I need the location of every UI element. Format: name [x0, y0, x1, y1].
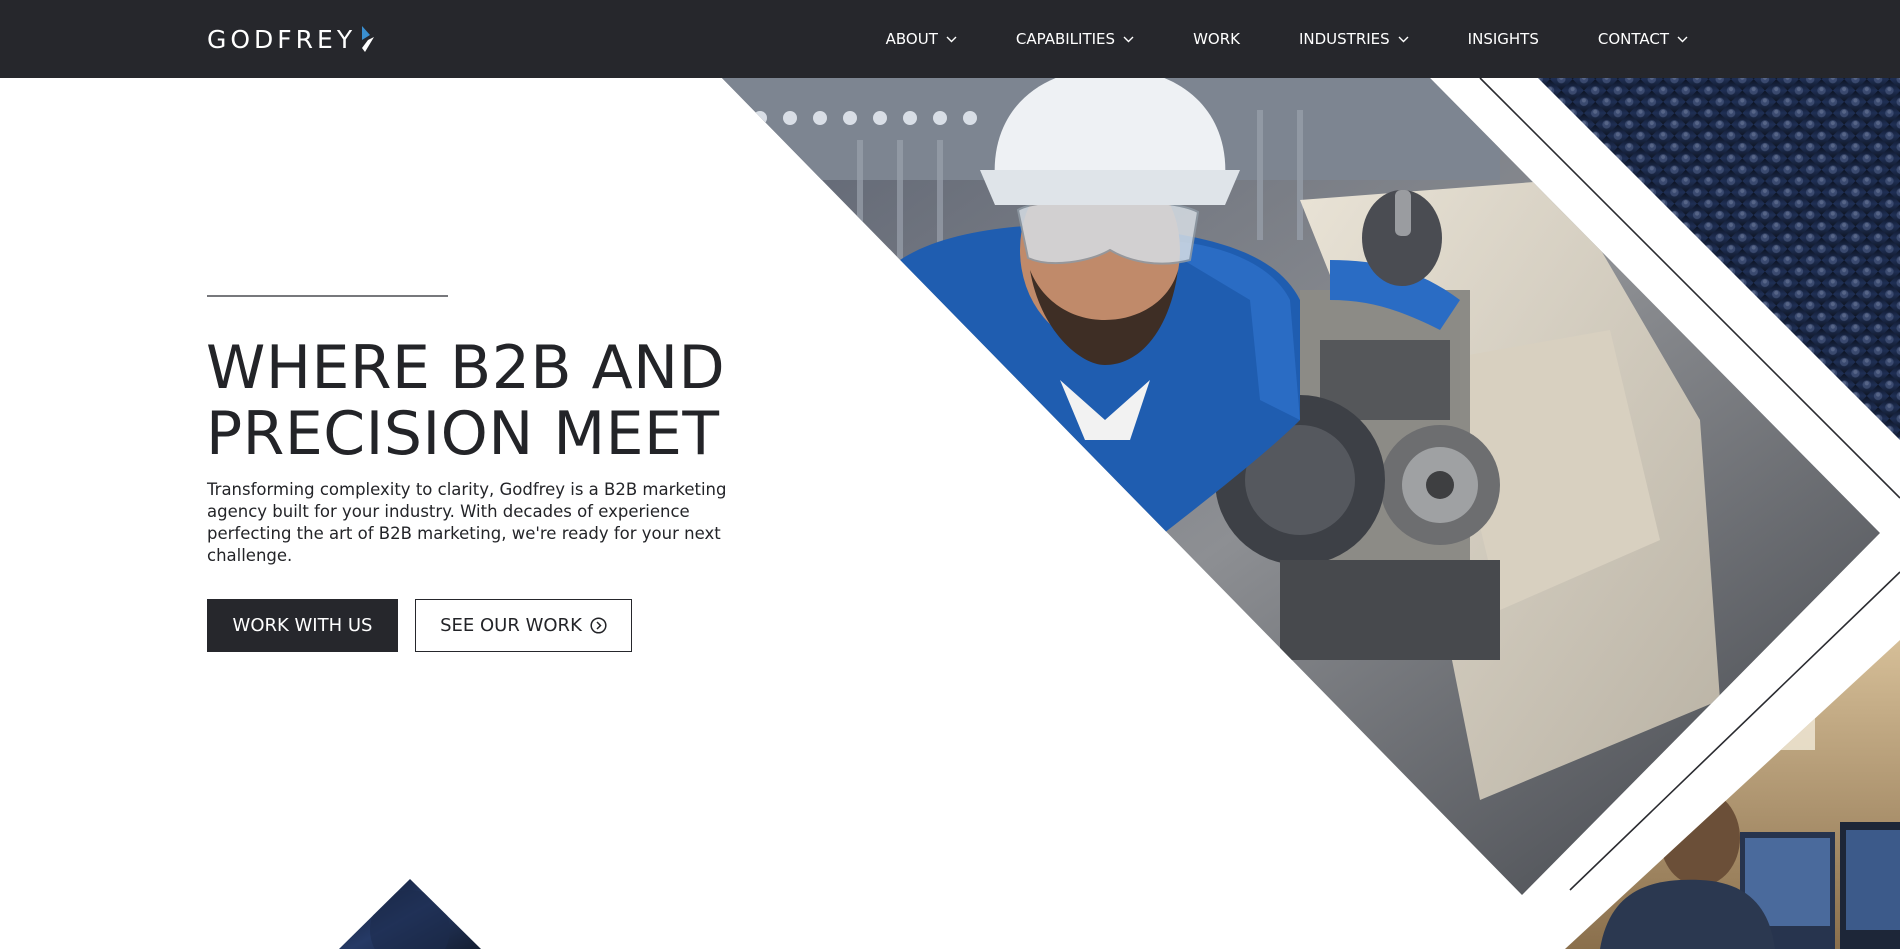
chevron-down-icon [1123, 36, 1134, 43]
nav-item-label: CONTACT [1597, 30, 1669, 48]
bottom-dark-diamond [339, 879, 481, 949]
nav-item-contact[interactable]: CONTACT [1598, 30, 1688, 48]
logo-mark-icon [360, 26, 376, 52]
nav-item-label: ABOUT [885, 30, 938, 48]
nav-item-capabilities[interactable]: CAPABILITIES [1016, 30, 1134, 48]
hero-description: Transforming complexity to clarity, Godf… [207, 480, 727, 565]
nav-item-label: INDUSTRIES [1298, 30, 1390, 48]
see-our-work-label: SEE OUR WORK [440, 615, 582, 636]
nav-item-about[interactable]: ABOUT [886, 30, 957, 48]
nav-item-label: INSIGHTS [1467, 30, 1539, 48]
godfrey-logo[interactable]: GODFREY [207, 24, 376, 54]
nav-item-industries[interactable]: INDUSTRIES [1299, 30, 1409, 48]
hero-artwork [339, 77, 1900, 949]
top-navigation-bar: GODFREY ABOUT CAPABILITIES WORK INDUSTRI… [0, 0, 1900, 78]
work-with-us-button[interactable]: WORK WITH US [207, 599, 398, 652]
hero-title-line-2: PRECISION MEET [206, 399, 720, 469]
page: GODFREY ABOUT CAPABILITIES WORK INDUSTRI… [0, 0, 1900, 949]
arrow-circle-right-icon [590, 617, 607, 634]
main-nav: ABOUT CAPABILITIES WORK INDUSTRIES INSIG… [886, 0, 1688, 78]
see-our-work-button[interactable]: SEE OUR WORK [415, 599, 632, 652]
chevron-down-icon [946, 36, 957, 43]
logo-text: GODFREY [207, 24, 357, 54]
hero-title: WHERE B2B AND PRECISION MEET [206, 335, 846, 467]
chevron-down-icon [1677, 36, 1688, 43]
nav-item-label: WORK [1193, 30, 1240, 48]
hero-title-line-1: WHERE B2B AND [206, 333, 726, 403]
hero-divider [207, 295, 448, 297]
nav-item-label: CAPABILITIES [1015, 30, 1116, 48]
work-with-us-label: WORK WITH US [232, 615, 373, 636]
chevron-down-icon [1398, 36, 1409, 43]
nav-item-work[interactable]: WORK [1193, 30, 1240, 48]
nav-item-insights[interactable]: INSIGHTS [1468, 30, 1539, 48]
